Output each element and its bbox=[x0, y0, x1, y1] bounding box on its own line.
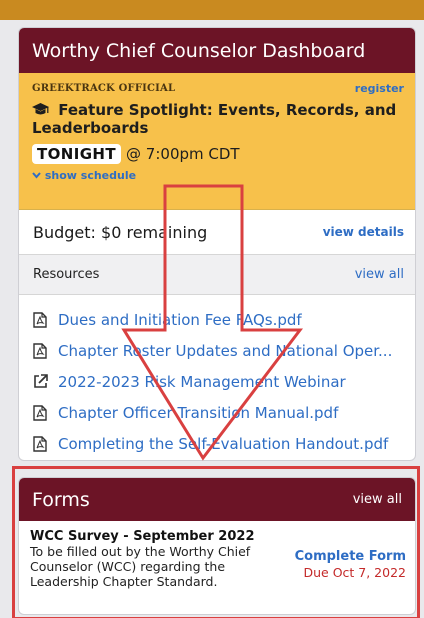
resource-item[interactable]: Chapter Roster Updates and National Oper… bbox=[19, 335, 415, 366]
resources-view-all-link[interactable]: view all bbox=[355, 267, 404, 282]
resource-item[interactable]: 2022-2023 Risk Management Webinar bbox=[19, 366, 415, 397]
resource-item-label: Chapter Roster Updates and National Oper… bbox=[58, 341, 393, 360]
budget-text: Budget: $0 remaining bbox=[33, 222, 208, 242]
pdf-file-icon bbox=[33, 435, 51, 452]
dashboard-title: Worthy Chief Counselor Dashboard bbox=[32, 39, 366, 62]
resource-item[interactable]: Chapter Officer Transition Manual.pdf bbox=[19, 397, 415, 428]
complete-form-button[interactable]: Complete Form bbox=[295, 549, 406, 564]
page-background: Worthy Chief Counselor Dashboard GREEKTR… bbox=[0, 0, 424, 618]
budget-row: Budget: $0 remaining view details bbox=[19, 210, 415, 255]
tonight-badge: TONIGHT bbox=[32, 144, 122, 164]
graduation-cap-icon bbox=[32, 101, 54, 119]
pdf-file-icon bbox=[33, 311, 51, 328]
form-item: WCC Survey - September 2022 To be filled… bbox=[19, 521, 415, 589]
forms-view-all-link[interactable]: view all bbox=[353, 492, 402, 507]
spotlight-title: Feature Spotlight: Events, Records, and … bbox=[32, 101, 404, 137]
resources-title: Resources bbox=[33, 267, 100, 282]
feature-spotlight: GREEKTRACK OFFICIAL register Feature Spo… bbox=[19, 73, 415, 210]
dashboard-header: Worthy Chief Counselor Dashboard bbox=[19, 28, 415, 73]
view-details-link[interactable]: view details bbox=[323, 225, 404, 239]
external-link-icon bbox=[33, 374, 51, 389]
form-description: To be filled out by the Worthy Chief Cou… bbox=[30, 544, 251, 589]
form-title: WCC Survey - September 2022 bbox=[30, 529, 255, 544]
forms-card: Forms view all WCC Survey - September 20… bbox=[18, 477, 416, 615]
dashboard-card: Worthy Chief Counselor Dashboard GREEKTR… bbox=[18, 27, 416, 461]
spotlight-org: GREEKTRACK OFFICIAL bbox=[32, 83, 176, 94]
show-schedule-toggle[interactable]: show schedule bbox=[32, 169, 404, 182]
resource-item[interactable]: Completing the Self-Evaluation Handout.p… bbox=[19, 428, 415, 459]
resource-item-label: Chapter Officer Transition Manual.pdf bbox=[58, 403, 339, 422]
show-schedule-label: show schedule bbox=[44, 169, 137, 182]
form-due-date: Due Oct 7, 2022 bbox=[303, 565, 406, 580]
resources-header: Resources view all bbox=[19, 255, 415, 295]
pdf-file-icon bbox=[33, 404, 51, 421]
register-link[interactable]: register bbox=[355, 82, 404, 95]
resource-item-label: Dues and Initiation Fee FAQs.pdf bbox=[58, 310, 302, 329]
resource-item-label: Completing the Self-Evaluation Handout.p… bbox=[58, 434, 389, 453]
spotlight-title-text: Feature Spotlight: Events, Records, and … bbox=[32, 101, 397, 137]
event-time: @ 7:00pm CDT bbox=[126, 145, 240, 163]
pdf-file-icon bbox=[33, 342, 51, 359]
forms-title: Forms bbox=[32, 488, 90, 511]
forms-header: Forms view all bbox=[19, 478, 415, 521]
resource-item-label: 2022-2023 Risk Management Webinar bbox=[58, 372, 346, 391]
resource-item[interactable]: Dues and Initiation Fee FAQs.pdf bbox=[19, 304, 415, 335]
resources-list: Dues and Initiation Fee FAQs.pdf Chapter… bbox=[19, 295, 415, 459]
chevron-down-icon bbox=[32, 169, 45, 182]
